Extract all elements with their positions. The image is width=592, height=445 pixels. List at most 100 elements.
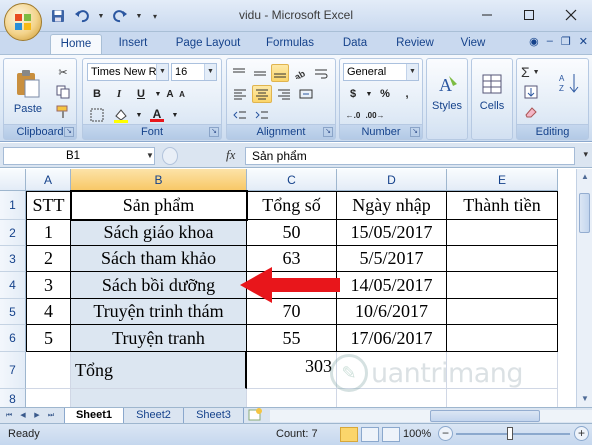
paste-button[interactable]: Paste: [8, 63, 48, 121]
cell-col-c-row8[interactable]: [247, 389, 337, 407]
cell-col-b-row4[interactable]: Sách bồi dưỡng: [71, 272, 247, 299]
wrap-text-icon[interactable]: [312, 64, 330, 82]
vertical-scroll-thumb[interactable]: [579, 193, 590, 233]
comma-button[interactable]: ,: [397, 85, 417, 103]
worksheet-grid[interactable]: ABCDE 1 STT Sản phẩm Tổng số Ngày nhập Thành …: [0, 169, 592, 407]
increase-indent-icon[interactable]: [252, 106, 272, 124]
fill-color-icon[interactable]: [111, 106, 131, 124]
cell-col-d-row2[interactable]: 15/05/2017: [337, 220, 447, 246]
cell-col-e-row6[interactable]: [447, 325, 558, 352]
scroll-down-icon[interactable]: ▼: [577, 391, 592, 407]
sheet-tab-1[interactable]: Sheet1: [64, 408, 124, 424]
close-button[interactable]: [550, 0, 592, 30]
zoom-in-icon[interactable]: +: [574, 426, 589, 441]
alignment-launcher-icon[interactable]: ↘: [323, 127, 333, 137]
tab-view[interactable]: View: [452, 34, 494, 54]
autosum-button[interactable]: Σ ▼: [521, 63, 551, 81]
tab-formulas[interactable]: Formulas: [258, 34, 322, 54]
cell-col-d-row5[interactable]: 10/6/2017: [337, 299, 447, 325]
align-bottom-icon[interactable]: [270, 64, 290, 82]
number-format-combo[interactable]: General ▼: [343, 63, 419, 81]
orientation-icon[interactable]: ab: [291, 64, 309, 82]
font-size-combo[interactable]: 16 ▼: [171, 63, 217, 81]
fill-icon[interactable]: [521, 83, 541, 101]
cell-col-e-row3[interactable]: [447, 246, 558, 272]
cell-col-d-row6[interactable]: 17/06/2017: [337, 325, 447, 352]
cell-col-e-row4[interactable]: [447, 272, 558, 299]
prev-sheet-icon[interactable]: ◀: [17, 410, 29, 422]
shrink-font-icon[interactable]: A: [177, 85, 187, 103]
row-header-7[interactable]: 7: [0, 352, 26, 389]
clear-icon[interactable]: [521, 103, 541, 121]
office-button[interactable]: [4, 3, 42, 41]
zoom-slider-thumb[interactable]: [507, 427, 513, 440]
cell-col-b-row8[interactable]: [71, 389, 247, 407]
cell-col-b-row1[interactable]: Sản phẩm: [71, 191, 247, 220]
cell-col-a-row1[interactable]: STT: [26, 191, 71, 220]
align-right-icon[interactable]: [274, 85, 294, 103]
normal-view-icon[interactable]: [340, 427, 358, 442]
zoom-slider-track[interactable]: [456, 433, 570, 435]
row-header-5[interactable]: 5: [0, 299, 26, 325]
vertical-scrollbar[interactable]: ▲ ▼: [576, 169, 592, 407]
last-sheet-icon[interactable]: ⏭: [45, 410, 57, 422]
cell-col-b-row3[interactable]: Sách tham khảo: [71, 246, 247, 272]
expand-formula-bar-icon[interactable]: ▾: [583, 149, 588, 160]
minimize-workbook-icon[interactable]: –: [547, 35, 553, 48]
zoom-level[interactable]: 100%: [403, 428, 431, 440]
column-header-a[interactable]: A: [26, 169, 71, 191]
cells-button[interactable]: Cells: [474, 63, 510, 121]
cell-col-a-row7[interactable]: [26, 352, 71, 389]
name-box-dropdown-icon[interactable]: ▼: [144, 147, 156, 165]
tab-data[interactable]: Data: [334, 34, 376, 54]
zoom-out-icon[interactable]: −: [438, 426, 453, 441]
column-header-e[interactable]: E: [447, 169, 558, 191]
align-left-icon[interactable]: [230, 85, 250, 103]
cell-col-a-row2[interactable]: 1: [26, 220, 71, 246]
font-color-icon[interactable]: A: [147, 106, 167, 124]
column-header-c[interactable]: C: [247, 169, 337, 191]
row-header-2[interactable]: 2: [0, 220, 26, 246]
row-header-3[interactable]: 3: [0, 246, 26, 272]
grow-font-icon[interactable]: A: [165, 85, 175, 103]
decrease-indent-icon[interactable]: [230, 106, 250, 124]
sheet-tab-2[interactable]: Sheet2: [124, 408, 184, 424]
tab-page-layout[interactable]: Page Layout: [168, 34, 248, 54]
styles-button[interactable]: A Styles: [429, 63, 465, 121]
name-box[interactable]: B1: [3, 147, 155, 165]
row-header-4[interactable]: 4: [0, 272, 26, 299]
tab-insert[interactable]: Insert: [109, 34, 157, 54]
sheet-tab-3[interactable]: Sheet3: [184, 408, 244, 424]
cell-col-d-row1[interactable]: Ngày nhập: [337, 191, 447, 220]
align-center-icon[interactable]: [252, 85, 272, 103]
formula-bar-handle-icon[interactable]: [162, 147, 178, 165]
insert-sheet-icon[interactable]: [244, 408, 266, 424]
decrease-decimal-icon[interactable]: .00→: [365, 106, 385, 124]
page-layout-view-icon[interactable]: [361, 427, 379, 442]
copy-icon[interactable]: [54, 83, 72, 101]
row-header-1[interactable]: 1: [0, 191, 26, 220]
clipboard-launcher-icon[interactable]: ↘: [64, 127, 74, 137]
page-break-view-icon[interactable]: [382, 427, 400, 442]
font-launcher-icon[interactable]: ↘: [209, 127, 219, 137]
cell-col-a-row6[interactable]: 5: [26, 325, 71, 352]
font-color-dropdown-icon[interactable]: ▼: [171, 106, 179, 124]
cut-icon[interactable]: ✂: [54, 63, 72, 81]
close-workbook-icon[interactable]: ✕: [579, 35, 588, 48]
cell-col-b-row7[interactable]: Tổng: [71, 352, 247, 389]
minimize-button[interactable]: [466, 0, 508, 30]
first-sheet-icon[interactable]: ⏮: [3, 410, 15, 422]
align-middle-icon[interactable]: [250, 64, 268, 82]
cell-col-a-row8[interactable]: [26, 389, 71, 407]
italic-button[interactable]: I: [109, 85, 129, 103]
insert-function-button[interactable]: fx: [226, 147, 235, 163]
row-header-6[interactable]: 6: [0, 325, 26, 352]
cell-col-c-row7[interactable]: 303: [247, 352, 337, 389]
column-header-d[interactable]: D: [337, 169, 447, 191]
cell-col-a-row5[interactable]: 4: [26, 299, 71, 325]
tab-review[interactable]: Review: [388, 34, 442, 54]
borders-icon[interactable]: [87, 106, 107, 124]
formula-input[interactable]: Sản phẩm: [245, 147, 575, 165]
scroll-up-icon[interactable]: ▲: [577, 169, 592, 185]
cell-col-d-row3[interactable]: 5/5/2017: [337, 246, 447, 272]
